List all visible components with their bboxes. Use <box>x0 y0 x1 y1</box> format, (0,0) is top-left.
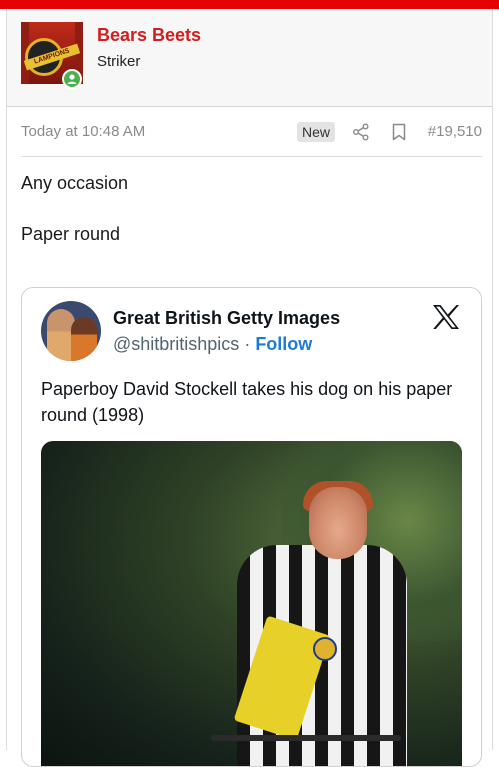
user-online-icon <box>62 69 82 89</box>
tweet-handle-row: @shitbritishpics · Follow <box>113 334 312 355</box>
tweet-text: Paperboy David Stockell takes his dog on… <box>41 379 453 425</box>
photo-bicycle-handlebar <box>211 735 401 741</box>
embedded-tweet-card[interactable]: Great British Getty Images @shitbritishp… <box>21 287 482 767</box>
x-logo-icon[interactable] <box>432 304 460 330</box>
handle-separator: · <box>239 334 256 354</box>
post-timestamp[interactable]: Today at 10:48 AM <box>21 123 145 140</box>
share-icon[interactable] <box>352 123 370 141</box>
tweet-photo[interactable] <box>41 441 462 766</box>
photo-person-head <box>309 487 367 559</box>
follow-button[interactable]: Follow <box>255 334 312 354</box>
tweet-author-avatar[interactable] <box>41 301 101 361</box>
username-link[interactable]: Bears Beets <box>97 25 201 46</box>
message-line: Any occasion <box>21 173 129 193</box>
tweet-handle[interactable]: @shitbritishpics <box>113 334 239 354</box>
user-title: Striker <box>97 53 141 70</box>
post-meta-row: Today at 10:48 AM New #19,510 <box>21 121 482 145</box>
tweet-author-name[interactable]: Great British Getty Images <box>113 308 340 329</box>
photo-shirt-badge <box>313 637 337 661</box>
post-user-header: LAMPIONS Bears Beets Striker <box>6 9 493 107</box>
post-body: Today at 10:48 AM New #19,510 Any occasi… <box>6 107 493 767</box>
message-line: Paper round <box>21 224 121 244</box>
bookmark-icon[interactable] <box>391 123 407 141</box>
post-number-link[interactable]: #19,510 <box>428 123 482 140</box>
top-accent-bar <box>0 0 499 9</box>
meta-divider <box>21 156 482 157</box>
new-badge: New <box>297 122 336 142</box>
